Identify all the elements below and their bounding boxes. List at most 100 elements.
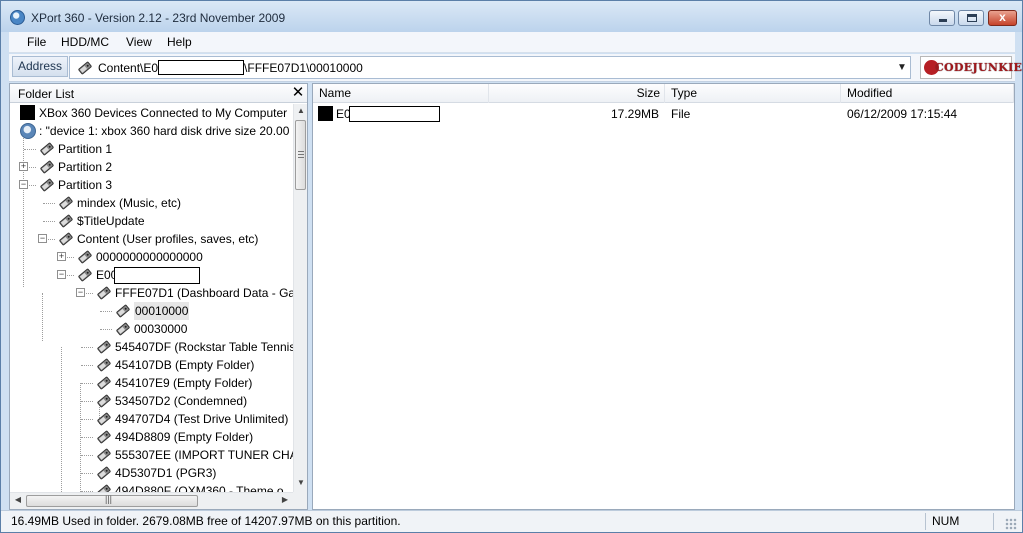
address-field[interactable]: Content\E0 \FFFE07D1\00010000 ▼ bbox=[69, 56, 911, 79]
drive-icon bbox=[96, 411, 112, 427]
vertical-scrollbar[interactable]: ▲ ▼ bbox=[293, 104, 307, 492]
column-header-modified[interactable]: Modified bbox=[841, 84, 1014, 103]
collapse-icon[interactable]: − bbox=[19, 180, 28, 189]
close-icon[interactable]: ✕ bbox=[291, 84, 305, 102]
logo-text: CODEJUNKIES bbox=[935, 61, 1023, 74]
drive-icon bbox=[96, 339, 112, 355]
title-bar[interactable]: XPort 360 - Version 2.12 - 23rd November… bbox=[1, 1, 1022, 32]
tree-item[interactable]: Partition 1 bbox=[10, 140, 293, 158]
tree-guide-line bbox=[43, 203, 55, 204]
tree-item[interactable]: 494D880F (OXM360 - Theme o bbox=[10, 482, 293, 492]
scroll-down-icon[interactable]: ▼ bbox=[294, 477, 308, 491]
tree-guide-line bbox=[81, 347, 93, 348]
tree-item-label: 494D8809 (Empty Folder) bbox=[115, 430, 254, 444]
tree-item[interactable]: XBox 360 Devices Connected to My Compute… bbox=[10, 104, 293, 122]
chevron-down-icon[interactable]: ▼ bbox=[894, 60, 910, 76]
menu-view[interactable]: View bbox=[126, 35, 152, 49]
tree-item[interactable]: 494D8809 (Empty Folder) bbox=[10, 428, 293, 446]
drive-icon bbox=[39, 177, 55, 193]
drive-icon bbox=[77, 249, 93, 265]
scroll-corner bbox=[293, 492, 307, 509]
tree-guide-line bbox=[24, 149, 36, 150]
tree-item-label: 454107DB (Empty Folder) bbox=[115, 358, 255, 372]
tree-item-label: XBox 360 Devices Connected to My Compute… bbox=[39, 106, 288, 120]
maximize-button[interactable] bbox=[958, 10, 984, 26]
horizontal-scrollbar[interactable]: ◀ ||| ▶ bbox=[10, 492, 293, 509]
tree-guide-line bbox=[81, 455, 93, 456]
tree-item-label: 00010000 bbox=[134, 302, 190, 320]
drive-icon bbox=[58, 231, 74, 247]
drive-icon bbox=[96, 285, 112, 301]
address-label: Address bbox=[12, 56, 68, 77]
maximize-icon bbox=[967, 14, 977, 22]
tree-guide-line bbox=[100, 329, 112, 330]
tree-item[interactable]: 00030000 bbox=[10, 320, 293, 338]
tree-item[interactable]: − E00 bbox=[10, 266, 293, 284]
address-path: Content\E0 \FFFE07D1\00010000 bbox=[98, 59, 363, 75]
column-header-type[interactable]: Type bbox=[665, 84, 841, 103]
scroll-thumb[interactable] bbox=[295, 120, 306, 190]
drive-icon bbox=[96, 375, 112, 391]
file-icon bbox=[318, 106, 333, 121]
table-row[interactable]: E0 17.29MB File 06/12/2009 17:15:44 bbox=[313, 105, 1014, 123]
drive-icon bbox=[96, 393, 112, 409]
tree-item[interactable]: +0000000000000000 bbox=[10, 248, 293, 266]
expand-icon[interactable]: + bbox=[57, 252, 66, 261]
tree-item[interactable]: $TitleUpdate bbox=[10, 212, 293, 230]
column-header-size[interactable]: Size bbox=[489, 84, 665, 103]
expand-icon[interactable]: + bbox=[19, 162, 28, 171]
redaction-box bbox=[158, 59, 245, 75]
address-path-prefix: Content\E0 bbox=[98, 61, 159, 75]
file-size: 17.29MB bbox=[610, 107, 659, 121]
app-logo-icon bbox=[10, 10, 25, 25]
tree-item[interactable]: 454107E9 (Empty Folder) bbox=[10, 374, 293, 392]
scroll-up-icon[interactable]: ▲ bbox=[294, 105, 308, 119]
tree-item-label: 534507D2 (Condemned) bbox=[115, 394, 248, 408]
address-bar: Address Content\E0 \FFFE07D1\00010000 ▼ C… bbox=[9, 54, 1023, 82]
tree-guide-line bbox=[81, 383, 93, 384]
menu-file[interactable]: File bbox=[27, 35, 46, 49]
tree-item[interactable]: 454107DB (Empty Folder) bbox=[10, 356, 293, 374]
tree-item[interactable]: −: "device 1: xbox 360 hard disk drive s… bbox=[10, 122, 293, 140]
resize-grip-icon[interactable] bbox=[1005, 518, 1017, 530]
drive-icon bbox=[115, 321, 131, 337]
tree-item[interactable]: − FFFE07D1 (Dashboard Data - Game Setting… bbox=[10, 284, 293, 302]
tree-item[interactable]: − Partition 3 bbox=[10, 176, 293, 194]
address-path-suffix: \FFFE07D1\00010000 bbox=[244, 61, 363, 75]
scroll-thumb[interactable]: ||| bbox=[26, 494, 198, 507]
drive-icon bbox=[96, 465, 112, 481]
close-button[interactable]: x bbox=[988, 10, 1017, 26]
black-square-icon bbox=[20, 105, 35, 120]
collapse-icon[interactable]: − bbox=[38, 234, 47, 243]
drive-icon bbox=[77, 267, 93, 283]
collapse-icon[interactable]: − bbox=[57, 270, 66, 279]
collapse-icon[interactable]: − bbox=[76, 288, 85, 297]
column-header-name[interactable]: Name bbox=[313, 84, 489, 103]
minimize-button[interactable] bbox=[929, 10, 955, 26]
codejunkies-logo: CODEJUNKIES bbox=[920, 56, 1023, 79]
tree-item-label: Partition 3 bbox=[58, 178, 113, 192]
menu-help[interactable]: Help bbox=[167, 35, 192, 49]
tree-item[interactable]: − Content (User profiles, saves, etc) bbox=[10, 230, 293, 248]
tree-item[interactable]: 00010000 bbox=[10, 302, 293, 320]
status-bar: 16.49MB Used in folder. 2679.08MB free o… bbox=[1, 510, 1022, 532]
tree-item[interactable]: mindex (Music, etc) bbox=[10, 194, 293, 212]
scroll-right-icon[interactable]: ▶ bbox=[278, 494, 292, 508]
tree-item[interactable]: + Partition 2 bbox=[10, 158, 293, 176]
tree-item[interactable]: 545407DF (Rockstar Table Tennis) bbox=[10, 338, 293, 356]
num-lock-indicator: NUM bbox=[932, 514, 960, 528]
grip-icon bbox=[298, 151, 304, 158]
menu-hdd-mc[interactable]: HDD/MC bbox=[61, 35, 109, 49]
redaction-box bbox=[349, 106, 440, 122]
tree-guide-line bbox=[81, 419, 93, 420]
drive-icon bbox=[77, 60, 93, 79]
tree-item[interactable]: 534507D2 (Condemned) bbox=[10, 392, 293, 410]
tree-item[interactable]: 494707D4 (Test Drive Unlimited) bbox=[10, 410, 293, 428]
drive-icon bbox=[39, 141, 55, 157]
status-separator bbox=[925, 513, 926, 530]
tree-item[interactable]: 4D5307D1 (PGR3) bbox=[10, 464, 293, 482]
tree-item-label: mindex (Music, etc) bbox=[77, 196, 182, 210]
drive-icon bbox=[96, 429, 112, 445]
scroll-left-icon[interactable]: ◀ bbox=[11, 494, 25, 508]
tree-item[interactable]: 555307EE (IMPORT TUNER CHALLENGE) bbox=[10, 446, 293, 464]
